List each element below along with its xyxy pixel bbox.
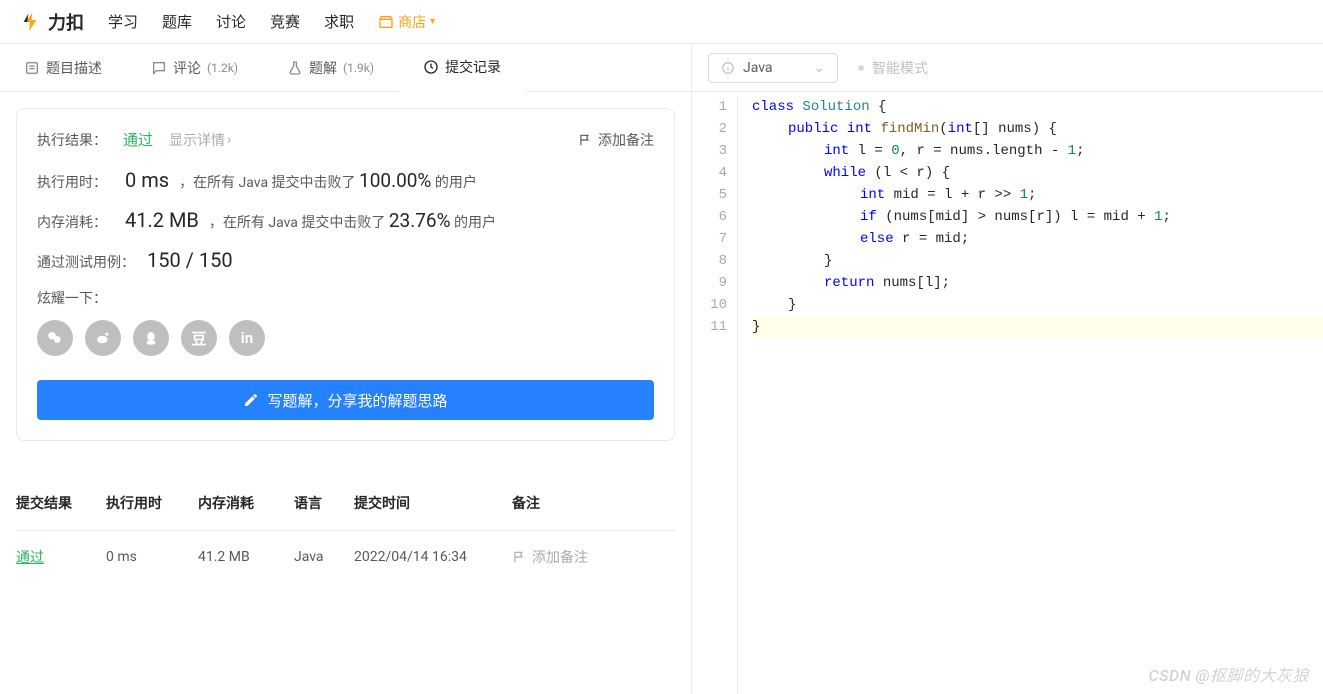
tab-submissions[interactable]: 提交记录: [399, 44, 526, 92]
chevron-down-icon: ⌄: [813, 60, 825, 76]
memory-percent: 23.76%: [389, 209, 451, 232]
add-note-button[interactable]: 添加备注: [578, 130, 654, 150]
runtime-value: 0 ms: [125, 168, 169, 192]
add-note-text: 添加备注: [598, 130, 654, 150]
weibo-icon[interactable]: [85, 320, 121, 356]
col-note-header: 备注: [512, 493, 675, 513]
row-time: 0 ms: [106, 549, 198, 565]
flag-icon: [578, 133, 592, 147]
history-icon: [423, 59, 439, 75]
runtime-percent: 100.00%: [359, 169, 431, 192]
share-label: 炫耀一下：: [37, 288, 654, 308]
tab-count: (1.2k): [207, 61, 238, 75]
shop-icon: [378, 14, 394, 30]
douban-icon[interactable]: 豆: [181, 320, 217, 356]
submission-history: 提交结果 执行用时 内存消耗 语言 提交时间 备注 通过 0 ms 41.2 M…: [16, 477, 675, 583]
row-submit-time: 2022/04/14 16:34: [354, 549, 512, 565]
left-panel: 题目描述 评论 (1.2k) 题解 (1.9k) 提交记录 执行结果： 通: [0, 44, 692, 694]
col-mem-header: 内存消耗: [198, 493, 294, 513]
write-solution-label: 写题解，分享我的解题思路: [267, 390, 447, 411]
row-note-text: 添加备注: [532, 547, 588, 567]
editor-header: Java ⌄ 智能模式: [692, 44, 1323, 92]
pencil-icon: [243, 392, 259, 408]
col-time-header: 执行用时: [106, 493, 198, 513]
right-panel: Java ⌄ 智能模式 1234567891011 class Solution…: [692, 44, 1323, 694]
cases-label: 通过测试用例：: [37, 252, 137, 272]
col-lang-header: 语言: [294, 493, 354, 513]
brand-text: 力扣: [48, 9, 84, 35]
qq-icon[interactable]: [133, 320, 169, 356]
tab-solutions[interactable]: 题解 (1.9k): [263, 44, 399, 92]
status-badge: 通过: [123, 129, 153, 150]
history-header: 提交结果 执行用时 内存消耗 语言 提交时间 备注: [16, 477, 675, 530]
brand-logo[interactable]: 力扣: [20, 9, 84, 35]
row-lang: Java: [294, 549, 354, 565]
info-icon: [721, 61, 735, 75]
smart-mode-label: 智能模式: [872, 58, 928, 78]
leetcode-logo-icon: [20, 11, 42, 33]
write-solution-button[interactable]: 写题解，分享我的解题思路: [37, 380, 654, 420]
show-detail-link[interactable]: 显示详情 ›: [169, 130, 231, 150]
col-status-header: 提交结果: [16, 493, 106, 513]
tab-label: 题目描述: [46, 58, 102, 78]
comment-icon: [151, 60, 167, 76]
nav-link-problems[interactable]: 题库: [162, 11, 192, 32]
nav-link-discuss[interactable]: 讨论: [216, 11, 246, 32]
top-navbar: 力扣 学习 题库 讨论 竞赛 求职 商店 ▾: [0, 0, 1323, 44]
memory-desc: ，在所有 Java 提交中击败了 23.76% 的用户: [209, 209, 496, 232]
row-mem: 41.2 MB: [198, 549, 294, 565]
chevron-right-icon: ›: [227, 132, 231, 148]
runtime-label: 执行用时：: [37, 172, 115, 192]
shop-label: 商店: [398, 12, 426, 32]
smart-mode-toggle[interactable]: 智能模式: [858, 58, 928, 78]
flask-icon: [287, 60, 303, 76]
tab-label: 评论: [173, 58, 201, 78]
submission-card: 执行结果： 通过 显示详情 › 添加备注 执行用时： 0 ms ，在所有 Jav…: [16, 108, 675, 441]
tab-label: 题解: [309, 58, 337, 78]
flag-icon: [512, 550, 526, 564]
nav-link-study[interactable]: 学习: [108, 11, 138, 32]
language-label: Java: [743, 60, 773, 76]
history-row[interactable]: 通过 0 ms 41.2 MB Java 2022/04/14 16:34 添加…: [16, 530, 675, 583]
tab-bar: 题目描述 评论 (1.2k) 题解 (1.9k) 提交记录: [0, 44, 691, 92]
line-gutter: 1234567891011: [692, 96, 738, 694]
chevron-down-icon: ▾: [430, 16, 435, 27]
nav-link-shop[interactable]: 商店 ▾: [378, 12, 435, 32]
tab-comments[interactable]: 评论 (1.2k): [127, 44, 263, 92]
description-icon: [24, 60, 40, 76]
row-add-note[interactable]: 添加备注: [512, 547, 675, 567]
col-submit-header: 提交时间: [354, 493, 512, 513]
linkedin-icon[interactable]: in: [229, 320, 265, 356]
memory-value: 41.2 MB: [125, 208, 199, 232]
row-status[interactable]: 通过: [16, 550, 44, 566]
runtime-desc: ，在所有 Java 提交中击败了 100.00% 的用户: [179, 169, 477, 192]
code-editor[interactable]: 1234567891011 class Solution {public int…: [692, 92, 1323, 694]
smart-mode-dot: [858, 65, 864, 71]
language-select[interactable]: Java ⌄: [708, 53, 838, 83]
code-content[interactable]: class Solution {public int findMin(int[]…: [738, 96, 1323, 694]
memory-label: 内存消耗：: [37, 212, 115, 232]
cases-value: 150 / 150: [147, 248, 233, 272]
tab-count: (1.9k): [343, 61, 374, 75]
wechat-icon[interactable]: [37, 320, 73, 356]
nav-link-contest[interactable]: 竞赛: [270, 11, 300, 32]
tab-description[interactable]: 题目描述: [0, 44, 127, 92]
tab-label: 提交记录: [445, 57, 501, 77]
social-icons: 豆 in: [37, 320, 654, 356]
nav-link-jobs[interactable]: 求职: [324, 11, 354, 32]
result-label: 执行结果：: [37, 130, 107, 150]
show-detail-text: 显示详情: [169, 130, 225, 150]
